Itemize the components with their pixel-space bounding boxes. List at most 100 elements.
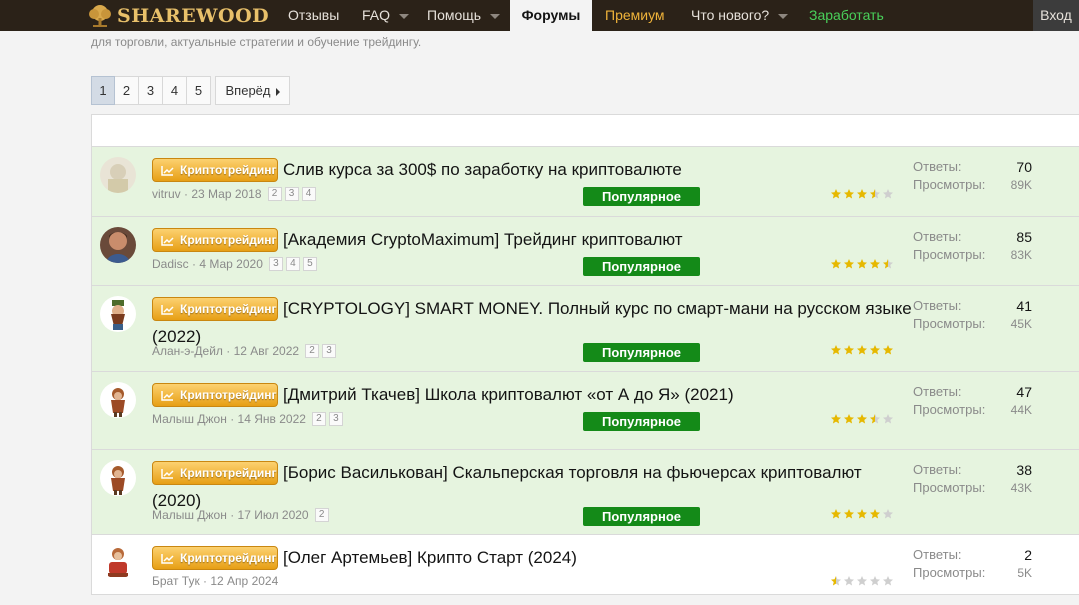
thread-row[interactable]: Криптотрейдинг [CRYPTOLOGY] SMART MONEY. …: [91, 286, 1079, 372]
thread-page-link[interactable]: 3: [322, 344, 337, 358]
star-icon[interactable]: [869, 188, 881, 200]
star-icon[interactable]: [843, 258, 855, 270]
thread-row[interactable]: Криптотрейдинг [Борис Васильковaн] Скальп…: [91, 450, 1079, 535]
star-icon[interactable]: [830, 413, 842, 425]
star-icon[interactable]: [830, 344, 842, 356]
thread-date[interactable]: 17 Июл 2020: [238, 508, 309, 522]
avatar[interactable]: [100, 543, 136, 579]
nav-reviews[interactable]: Отзывы: [288, 0, 339, 31]
star-icon[interactable]: [882, 413, 894, 425]
page-button[interactable]: 5: [187, 76, 211, 105]
page-button[interactable]: 3: [139, 76, 163, 105]
rating-stars[interactable]: [830, 413, 895, 425]
thread-author[interactable]: Брат Тук: [152, 574, 200, 588]
star-icon[interactable]: [856, 575, 868, 587]
star-icon[interactable]: [843, 575, 855, 587]
rating-stars[interactable]: [830, 188, 895, 200]
star-icon[interactable]: [830, 258, 842, 270]
nav-help[interactable]: Помощь: [427, 0, 501, 31]
avatar[interactable]: [100, 382, 136, 418]
rating-stars[interactable]: [830, 258, 895, 270]
thread-page-link[interactable]: 2: [314, 508, 329, 522]
star-icon[interactable]: [882, 258, 894, 270]
thread-row[interactable]: Криптотрейдинг [Олег Артемьев] Крипто Ста…: [91, 535, 1079, 595]
star-icon[interactable]: [830, 508, 842, 520]
thread-title-text[interactable]: [Академия CryptoMaximum] Трейдинг крипто…: [283, 230, 683, 249]
star-icon[interactable]: [856, 188, 868, 200]
star-icon[interactable]: [830, 188, 842, 200]
thread-author[interactable]: Алан-э-Дейл: [152, 344, 223, 358]
next-page-button[interactable]: Вперёд: [215, 76, 290, 105]
thread-author[interactable]: Малыш Джон: [152, 508, 227, 522]
chevron-down-icon[interactable]: [778, 13, 789, 19]
nav-earn[interactable]: Заработать: [809, 0, 884, 31]
thread-page-link[interactable]: 3: [268, 257, 283, 271]
thread-title[interactable]: [Дмитрий Ткачев] Школа криптовалют «от А…: [152, 381, 912, 409]
thread-row[interactable]: Криптотрейдинг [Академия CryptoMaximum] Т…: [91, 217, 1079, 286]
thread-page-link[interactable]: 2: [311, 412, 326, 426]
star-icon[interactable]: [882, 344, 894, 356]
nav-premium[interactable]: Премиум: [605, 0, 665, 31]
avatar[interactable]: [100, 227, 136, 263]
page-button[interactable]: 2: [115, 76, 139, 105]
star-icon[interactable]: [869, 575, 881, 587]
star-icon[interactable]: [882, 188, 894, 200]
thread-page-link[interactable]: 4: [301, 187, 316, 201]
thread-page-link[interactable]: 2: [267, 187, 282, 201]
star-icon[interactable]: [856, 344, 868, 356]
thread-title[interactable]: [CRYPTOLOGY] SMART MONEY. Полный курс по…: [152, 295, 912, 351]
thread-date[interactable]: 4 Мар 2020: [199, 257, 263, 271]
page-button[interactable]: 4: [163, 76, 187, 105]
thread-page-link[interactable]: 2: [305, 344, 320, 358]
rating-stars[interactable]: [830, 575, 895, 587]
rating-stars[interactable]: [830, 344, 895, 356]
star-icon[interactable]: [856, 258, 868, 270]
chevron-down-icon[interactable]: [490, 13, 501, 19]
thread-page-link[interactable]: 3: [284, 187, 299, 201]
nav-forums[interactable]: Форумы: [510, 0, 592, 31]
avatar[interactable]: [100, 460, 136, 496]
thread-title-text[interactable]: [CRYPTOLOGY] SMART MONEY. Полный курс по…: [152, 299, 912, 346]
thread-page-link[interactable]: 5: [302, 257, 317, 271]
rating-stars[interactable]: [830, 508, 895, 520]
thread-title[interactable]: [Олег Артемьев] Крипто Старт (2024): [152, 544, 912, 572]
star-icon[interactable]: [869, 344, 881, 356]
thread-date[interactable]: 12 Авг 2022: [234, 344, 299, 358]
thread-page-link[interactable]: 3: [328, 412, 343, 426]
thread-title[interactable]: [Академия CryptoMaximum] Трейдинг крипто…: [152, 226, 912, 254]
star-icon[interactable]: [869, 508, 881, 520]
star-icon[interactable]: [843, 413, 855, 425]
star-icon[interactable]: [882, 575, 894, 587]
nav-whats-new[interactable]: Что нового?: [691, 0, 789, 31]
thread-author[interactable]: Dadisc: [152, 257, 189, 271]
site-logo[interactable]: SHAREWOOD: [87, 2, 269, 29]
thread-author[interactable]: Малыш Джон: [152, 412, 227, 426]
thread-title-text[interactable]: Слив курса за 300$ по заработку на крипт…: [283, 160, 682, 179]
chevron-down-icon[interactable]: [399, 13, 410, 19]
thread-title-text[interactable]: [Борис Васильковaн] Скальперская торговл…: [152, 463, 862, 510]
thread-author[interactable]: vitruv: [152, 187, 181, 201]
star-icon[interactable]: [882, 508, 894, 520]
thread-title[interactable]: Слив курса за 300$ по заработку на крипт…: [152, 156, 912, 184]
thread-title-text[interactable]: [Олег Артемьев] Крипто Старт (2024): [283, 548, 577, 567]
star-icon[interactable]: [830, 575, 842, 587]
thread-page-link[interactable]: 4: [285, 257, 300, 271]
nav-faq[interactable]: FAQ: [362, 0, 410, 31]
thread-date[interactable]: 12 Апр 2024: [210, 574, 278, 588]
thread-title-text[interactable]: [Дмитрий Ткачев] Школа криптовалют «от А…: [283, 385, 734, 404]
star-icon[interactable]: [869, 413, 881, 425]
thread-date[interactable]: 14 Янв 2022: [238, 412, 306, 426]
thread-row[interactable]: Криптотрейдинг [Дмитрий Ткачев] Школа кри…: [91, 372, 1079, 450]
thread-date[interactable]: 23 Мар 2018: [191, 187, 261, 201]
star-icon[interactable]: [843, 344, 855, 356]
star-icon[interactable]: [869, 258, 881, 270]
thread-row[interactable]: Криптотрейдинг Слив курса за 300$ по зара…: [91, 147, 1079, 217]
avatar[interactable]: [100, 296, 136, 332]
star-icon[interactable]: [856, 508, 868, 520]
star-icon[interactable]: [843, 508, 855, 520]
login-button[interactable]: Вход: [1033, 0, 1079, 31]
star-icon[interactable]: [856, 413, 868, 425]
thread-title[interactable]: [Борис Васильковaн] Скальперская торговл…: [152, 459, 912, 515]
page-button[interactable]: 1: [91, 76, 115, 105]
avatar[interactable]: [100, 157, 136, 193]
